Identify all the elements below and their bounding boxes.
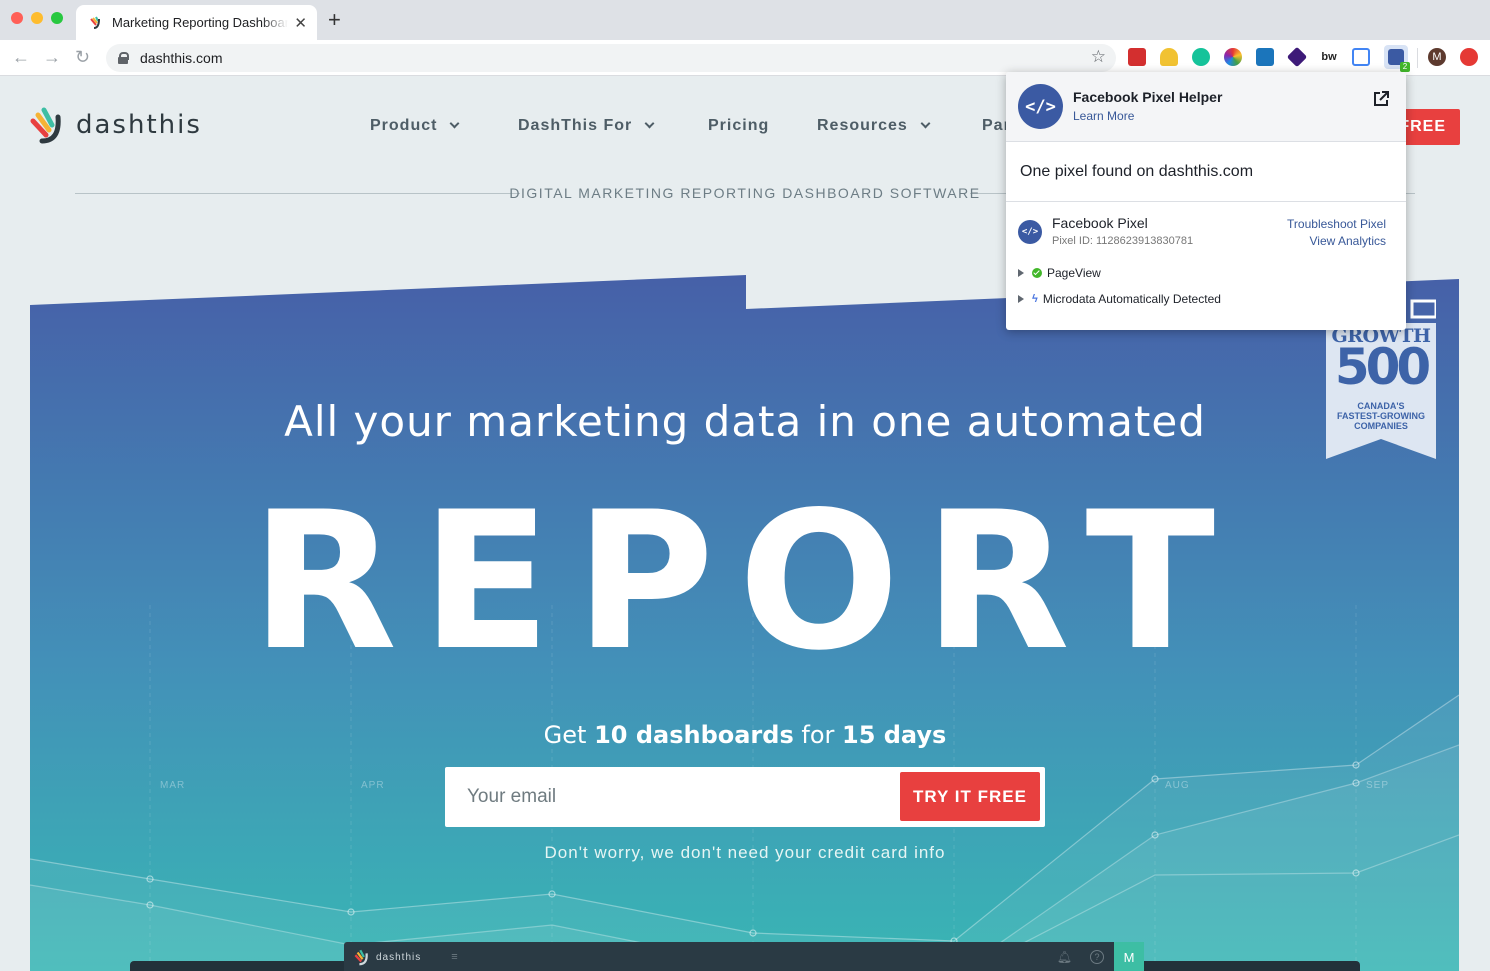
chart-month-label: AUG [1165, 780, 1190, 791]
event-label: PageView [1047, 266, 1101, 280]
expand-triangle-icon [1018, 269, 1024, 277]
event-microdata[interactable]: ϟ Microdata Automatically Detected [1018, 292, 1221, 306]
extension-s-icon[interactable] [1256, 48, 1274, 66]
dashthis-favicon-icon [90, 16, 100, 29]
event-pageview[interactable]: PageView [1018, 266, 1101, 280]
extension-lastpass-icon[interactable] [1128, 48, 1146, 66]
extension-grammarly-icon[interactable] [1192, 48, 1210, 66]
extension-diamond-icon[interactable] [1286, 46, 1308, 68]
preview-help-icon: ? [1090, 950, 1104, 964]
toolbar-divider [1417, 48, 1418, 68]
pixel-name: Facebook Pixel [1052, 215, 1148, 231]
nav-product[interactable]: Product [370, 117, 460, 135]
badge-fastest: FASTEST-GROWING [1336, 411, 1425, 421]
url-text: dashthis.com [140, 50, 223, 66]
badge-canadas: CANADA'S [1357, 401, 1405, 411]
extension-rocket-icon[interactable] [1160, 48, 1178, 66]
profile-avatar[interactable]: M [1428, 48, 1446, 66]
chevron-down-icon [450, 118, 460, 129]
badge-500: 500 [1334, 338, 1431, 396]
pixel-id: Pixel ID: 1128623913830781 [1052, 235, 1194, 247]
preview-logo-text: dashthis [376, 951, 422, 963]
signup-form: TRY IT FREE [445, 767, 1045, 827]
chart-month-label: SEP [1366, 780, 1390, 791]
hero-headline: All your marketing data in one automated [284, 397, 1206, 446]
logo-text: dashthis [76, 110, 202, 140]
dashthis-logo[interactable]: dashthis [30, 105, 202, 145]
offer-pre: Get [543, 721, 595, 749]
chevron-down-icon [644, 118, 655, 129]
credit-card-note: Don't worry, we don't need your credit c… [544, 843, 946, 862]
chart-month-label: MAR [160, 780, 186, 791]
try-it-free-button[interactable]: TRY IT FREE [900, 772, 1040, 821]
dashthis-logo-icon [30, 107, 61, 144]
nav-dashthis-for-label: DashThis For [518, 117, 633, 134]
nav-resources-label: Resources [817, 117, 908, 134]
nav-dashthis-for[interactable]: DashThis For [518, 117, 655, 135]
close-tab-icon[interactable]: ✕ [294, 14, 307, 32]
expand-triangle-icon [1018, 295, 1024, 303]
extension-colorpick-icon[interactable] [1224, 48, 1242, 66]
preview-menu-icon: ≡ [451, 951, 458, 963]
popup-header: </> Facebook Pixel Helper Learn More [1006, 72, 1406, 142]
extension-update-icon[interactable] [1460, 48, 1478, 66]
hero-big-word: REPORT [250, 471, 1240, 692]
offer-text: Get 10 dashboards for 15 days [0, 721, 1490, 749]
lock-icon [118, 52, 129, 64]
pixel-icon: </> [1018, 220, 1042, 244]
extension-card-icon[interactable] [1352, 48, 1370, 66]
dashboard-preview-bar: dashthis ≡ 🔔︎ ? M [344, 942, 1144, 971]
new-tab-button[interactable]: + [328, 9, 341, 31]
nav-resources[interactable]: Resources [817, 117, 931, 135]
learn-more-link[interactable]: Learn More [1073, 109, 1134, 123]
reload-icon[interactable]: ↻ [75, 47, 90, 67]
browser-toolbar: ← → ↻ dashthis.com ☆ bw 2 M [0, 40, 1490, 76]
back-arrow-icon[interactable]: ← [12, 47, 30, 67]
tab-title: Marketing Reporting Dashboard Software |… [112, 15, 289, 30]
chart-month-label: APR [361, 780, 385, 791]
email-input[interactable] [445, 767, 900, 827]
browser-tab-bar: Marketing Reporting Dashboard Software |… [0, 0, 1490, 40]
extension-pixel-helper-icon[interactable]: 2 [1384, 45, 1410, 72]
minimize-window-button[interactable] [31, 12, 43, 24]
pixel-helper-logo-icon: </> [1018, 84, 1063, 129]
browser-tab[interactable]: Marketing Reporting Dashboard Software |… [76, 5, 317, 40]
pixel-helper-popup: </> Facebook Pixel Helper Learn More One… [1006, 72, 1406, 330]
nav-pricing-label: Pricing [708, 117, 770, 134]
chevron-down-icon [920, 118, 931, 129]
offer-days: 15 days [842, 721, 947, 749]
badge-companies: COMPANIES [1354, 421, 1408, 431]
maximize-window-button[interactable] [51, 12, 63, 24]
check-circle-icon [1032, 268, 1042, 278]
forward-arrow-icon[interactable]: → [43, 47, 61, 67]
lightning-icon: ϟ [1032, 293, 1038, 305]
pixels-found-text: One pixel found on dashthis.com [1006, 142, 1406, 202]
popup-title: Facebook Pixel Helper [1073, 89, 1223, 105]
offer-mid: for [793, 721, 842, 749]
nav-pricing[interactable]: Pricing [708, 117, 769, 135]
view-analytics-link[interactable]: View Analytics [1310, 234, 1386, 248]
bookmark-star-icon[interactable]: ☆ [1091, 47, 1106, 67]
preview-bell-icon: 🔔︎ [1056, 950, 1072, 964]
troubleshoot-pixel-link[interactable]: Troubleshoot Pixel [1287, 217, 1386, 231]
preview-avatar: M [1114, 942, 1144, 971]
open-external-icon[interactable] [1372, 90, 1390, 108]
offer-dashboards: 10 dashboards [594, 721, 794, 749]
event-label: Microdata Automatically Detected [1042, 292, 1221, 306]
address-bar[interactable]: dashthis.com ☆ [106, 44, 1116, 72]
close-window-button[interactable] [11, 12, 23, 24]
preview-logo-icon [354, 949, 368, 966]
nav-product-label: Product [370, 117, 438, 134]
extension-bw-icon[interactable]: bw [1320, 48, 1338, 66]
